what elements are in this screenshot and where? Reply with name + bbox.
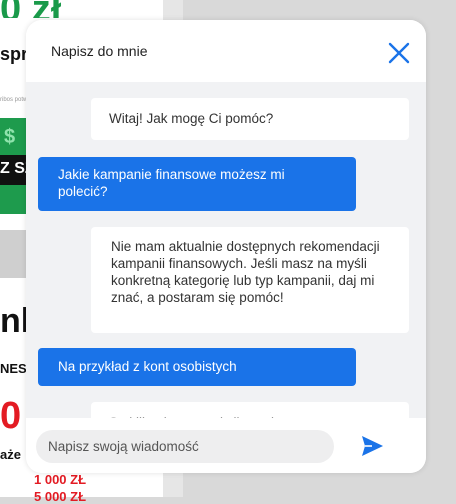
bot-message: Nie mam aktualnie dostępnych rekomendacj… — [91, 227, 409, 333]
chat-header: Napisz do mnie — [26, 20, 426, 82]
message-list[interactable]: Witaj! Jak mogę Ci pomóc? Jakie kampanie… — [26, 82, 426, 418]
bot-message: Witaj! Jak mogę Ci pomóc? — [91, 98, 409, 140]
bg-dollar-icon: $ — [4, 126, 16, 148]
close-icon — [388, 42, 410, 64]
user-message: Na przykład z kont osobistych — [38, 348, 356, 386]
bot-message: Stakilkunku myczyl sikszynia — [91, 402, 409, 418]
bg-red-number: 0 — [0, 395, 22, 437]
bg-line-aze: aże — [0, 447, 21, 462]
bg-small-text: ribos potw — [0, 97, 28, 103]
message-input[interactable] — [36, 430, 334, 463]
bg-grey-band — [0, 230, 26, 278]
bg-caps-line: NES — [0, 361, 27, 376]
close-button[interactable] — [386, 40, 412, 66]
send-button[interactable] — [360, 435, 384, 457]
bg-price-1: 1 000 ZŁ — [34, 472, 87, 487]
chat-title: Napisz do mnie — [51, 43, 148, 59]
send-icon — [362, 436, 383, 456]
bg-headline: 0 zł — [0, 0, 61, 18]
chat-widget: Napisz do mnie Witaj! Jak mogę Ci pomóc?… — [26, 20, 426, 473]
user-message: Jakie kampanie finansowe możesz mi polec… — [38, 157, 356, 211]
bg-text-spr: spr — [0, 44, 29, 64]
message-composer — [26, 418, 426, 473]
